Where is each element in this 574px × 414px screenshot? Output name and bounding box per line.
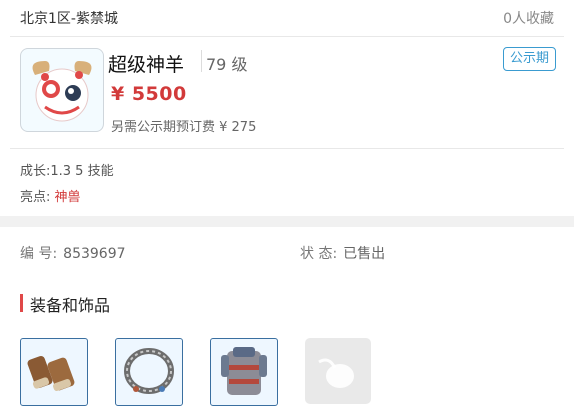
- equipment-section-title: 装备和饰品: [30, 296, 111, 315]
- equipment-slot-2[interactable]: [115, 338, 183, 406]
- equipment-slot-3[interactable]: [210, 338, 278, 406]
- status-badge: 公示期: [502, 47, 556, 71]
- status-value: 已售出: [343, 246, 386, 262]
- pet-card[interactable]: 超级神羊 79 级 ¥ 5500 另需公示期预订费 ¥ 275 公示期: [10, 38, 564, 148]
- necklace-icon: [124, 348, 174, 394]
- section-gap: [0, 216, 574, 227]
- section-accent-bar: [20, 294, 23, 312]
- bracer-icon: [27, 355, 75, 391]
- listing-header: 北京1区-紫禁城 0人收藏: [0, 0, 574, 36]
- status-label: 状 态:: [300, 246, 338, 262]
- status-row: 状 态: 已售出: [300, 243, 385, 263]
- highlight-label: 亮点:: [20, 190, 55, 205]
- pet-name: 超级神羊: [108, 54, 185, 76]
- equipment-slot-1[interactable]: [20, 338, 88, 406]
- id-row: 编 号: 8539697: [20, 243, 126, 263]
- armor-icon: [221, 347, 267, 395]
- empty-slot-icon: [318, 358, 354, 388]
- pet-level: 79 级: [206, 55, 248, 74]
- highlight: 亮点: 神兽: [20, 186, 81, 205]
- equipment-slot-4[interactable]: [305, 338, 371, 404]
- divider: [10, 36, 564, 37]
- divider: [10, 148, 564, 149]
- id-label: 编 号:: [20, 246, 58, 262]
- pet-avatar[interactable]: [20, 48, 104, 132]
- sheep-pet-icon: [32, 61, 92, 122]
- growth-skills: 成长:1.3 5 技能: [20, 164, 114, 179]
- price: ¥ 5500: [111, 83, 187, 105]
- id-value: 8539697: [63, 246, 126, 262]
- reservation-fee: 另需公示期预订费 ¥ 275: [111, 120, 257, 135]
- server-name: 北京1区-紫禁城: [20, 11, 118, 27]
- name-separator: [201, 50, 202, 72]
- highlight-value: 神兽: [54, 190, 81, 205]
- favorites-count[interactable]: 0人收藏: [503, 8, 554, 28]
